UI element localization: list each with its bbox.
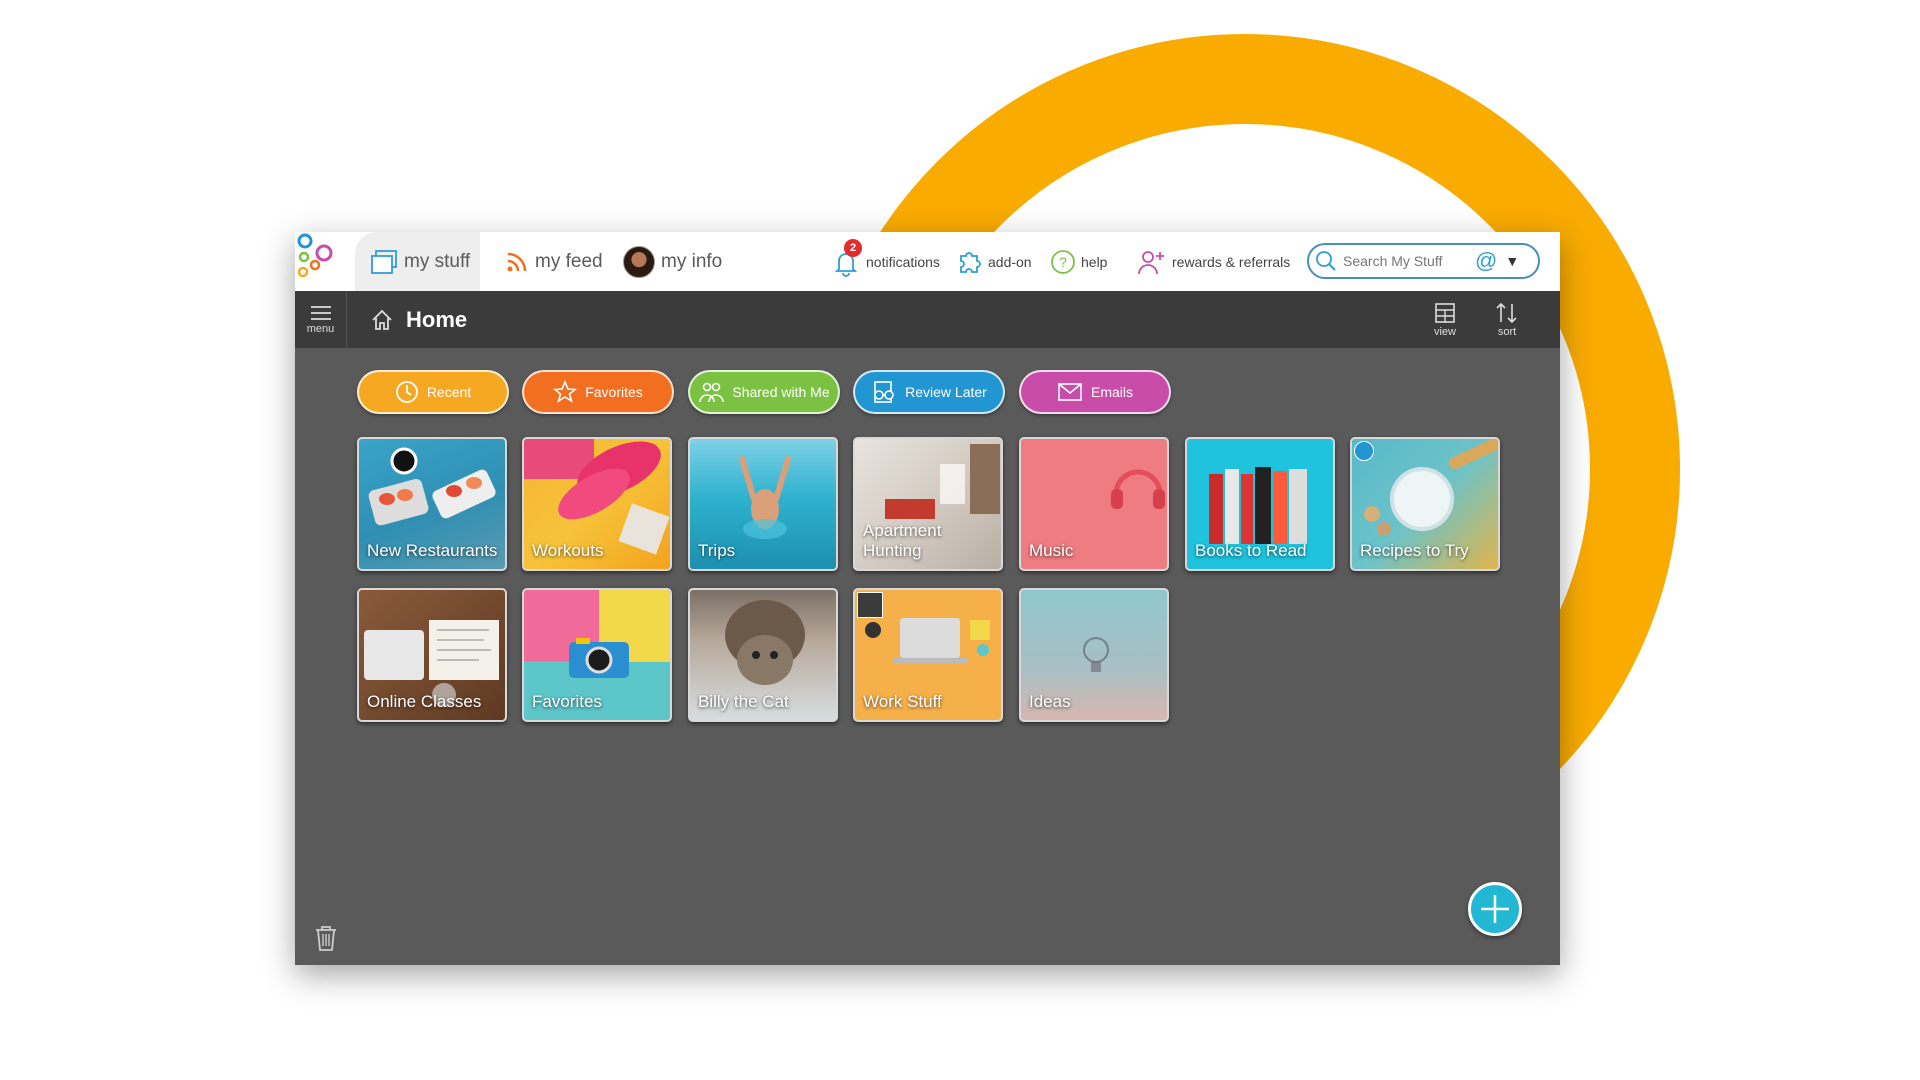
view-layout-icon [1435, 302, 1455, 323]
filter-label: Shared with Me [732, 384, 830, 400]
trash-icon [316, 926, 336, 951]
tile-favorites[interactable]: Favorites [522, 588, 672, 722]
envelope-icon [1058, 383, 1082, 401]
avatar [623, 245, 655, 278]
tile-label: Books to Read [1195, 541, 1307, 560]
notifications-label: notifications [866, 253, 940, 270]
page-title: Home [370, 291, 467, 348]
bell-container: 2 [831, 238, 862, 277]
add-button[interactable] [1468, 882, 1522, 936]
tile-label: Trips [698, 541, 736, 560]
tab-my-feed[interactable]: my feed [500, 232, 603, 291]
tile-label: Online Classes [367, 692, 482, 711]
stage: my stuff my feed my info 2 notifications… [0, 0, 1920, 1080]
tile-online-classes[interactable]: Online Classes [357, 588, 507, 722]
filter-label: Review Later [905, 384, 987, 400]
rss-icon [507, 252, 527, 271]
tile-label: Work Stuff [863, 692, 942, 711]
tile-billy-the-cat[interactable]: Billy the Cat [688, 588, 838, 722]
filter-recent[interactable]: Recent [357, 370, 509, 414]
add-user-icon [1138, 250, 1164, 274]
search-input[interactable] [1343, 253, 1473, 269]
add-on-link[interactable]: add-on [957, 232, 1032, 291]
hamburger-icon [310, 305, 331, 320]
menu-label: menu [306, 322, 335, 335]
filter-emails[interactable]: Emails [1019, 370, 1171, 414]
tab-label: my stuff [404, 250, 471, 272]
top-nav: my stuff my feed my info 2 notifications… [295, 232, 1560, 291]
tile-ideas[interactable]: Ideas [1019, 588, 1169, 722]
tile-workouts[interactable]: Workouts [522, 437, 672, 571]
filter-shared-with-me[interactable]: Shared with Me [688, 370, 840, 414]
search-dropdown-caret[interactable]: ▼ [1505, 253, 1519, 269]
menu-button[interactable]: menu [295, 291, 347, 348]
rewards-label: rewards & referrals [1172, 253, 1291, 270]
tile-label: Apartment Hunting [863, 521, 942, 560]
email-at-button[interactable]: @ [1475, 248, 1497, 274]
star-icon [553, 380, 578, 403]
header-bar: menu Home view sort [295, 291, 1560, 348]
tile-label: Workouts [532, 541, 604, 560]
tile-label: Favorites [532, 692, 602, 711]
view-label: view [1433, 325, 1456, 338]
help-link[interactable]: ? help [1050, 232, 1107, 291]
tile-label: Music [1029, 541, 1074, 560]
clock-icon [395, 381, 418, 403]
tile-apartment-hunting[interactable]: Apartment Hunting [853, 437, 1003, 571]
tile-new-restaurants[interactable]: New Restaurants [357, 437, 507, 571]
tab-my-stuff[interactable]: my stuff [355, 232, 480, 291]
shared-people-icon [857, 592, 883, 618]
puzzle-icon [960, 251, 981, 273]
filter-label: Recent [426, 384, 472, 400]
search-box[interactable]: @ ▼ [1307, 243, 1540, 279]
notification-badge: 2 [844, 238, 862, 257]
rewards-link[interactable]: rewards & referrals [1137, 232, 1290, 291]
review-glasses-icon [874, 381, 894, 403]
filter-label: Favorites [585, 384, 643, 400]
tile-label: Billy the Cat [698, 692, 789, 711]
filter-favorites[interactable]: Favorites [522, 370, 674, 414]
sort-icon [1496, 302, 1517, 323]
page-title-text: Home [406, 306, 468, 332]
tile-recipes-to-try[interactable]: Recipes to Try [1350, 437, 1500, 571]
tab-my-info[interactable]: my info [623, 232, 722, 291]
sort-button[interactable]: sort [1487, 291, 1527, 348]
star-badge-icon [1354, 441, 1374, 461]
tab-label: my info [661, 250, 723, 272]
add-on-label: add-on [988, 253, 1032, 270]
filter-review-later[interactable]: Review Later [853, 370, 1005, 414]
tile-label: Ideas [1029, 692, 1071, 711]
app-logo[interactable] [295, 232, 345, 291]
filter-label: Emails [1090, 384, 1133, 400]
people-icon [699, 382, 725, 403]
search-icon [1316, 251, 1336, 271]
tile-label: Recipes to Try [1360, 541, 1469, 560]
notifications-link[interactable]: 2 notifications [831, 232, 940, 291]
tile-books-to-read[interactable]: Books to Read [1185, 437, 1335, 571]
tile-music[interactable]: Music [1019, 437, 1169, 571]
sort-label: sort [1497, 325, 1517, 338]
svg-text:?: ? [1059, 254, 1067, 270]
tile-label: New Restaurants [367, 541, 498, 560]
plus-icon [1481, 895, 1509, 923]
help-icon: ? [1051, 249, 1075, 274]
tab-label: my feed [535, 250, 603, 272]
tile-trips[interactable]: Trips [688, 437, 838, 571]
trash-button[interactable] [313, 924, 339, 957]
view-button[interactable]: view [1425, 291, 1465, 348]
home-icon [372, 309, 392, 330]
tile-work-stuff[interactable]: Work Stuff [853, 588, 1003, 722]
help-label: help [1081, 253, 1108, 270]
folders-icon [371, 249, 397, 274]
